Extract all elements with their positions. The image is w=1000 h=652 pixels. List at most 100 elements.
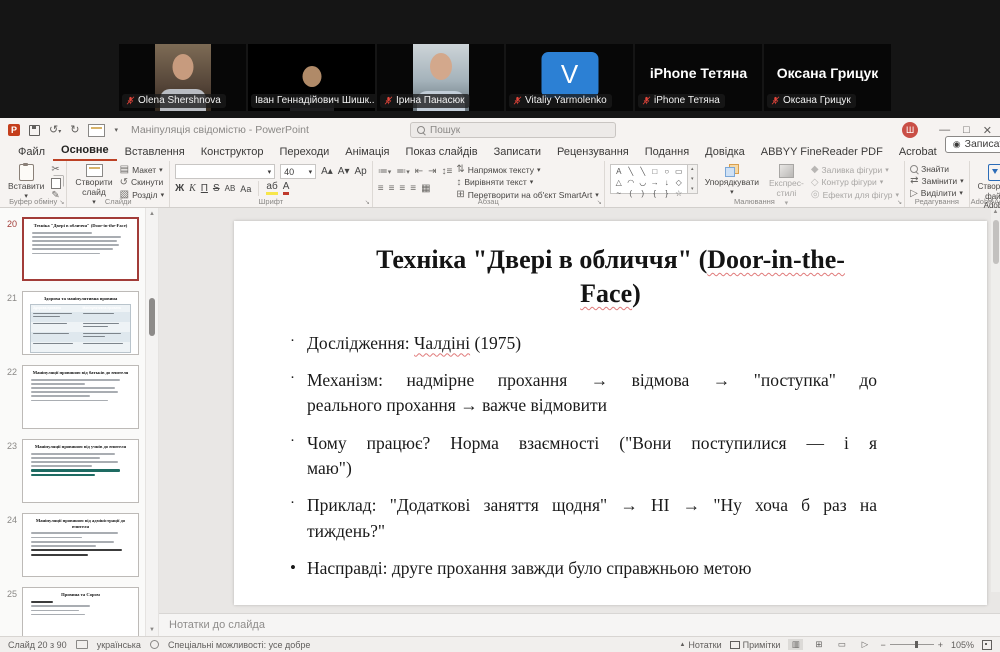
tab-view[interactable]: Подання xyxy=(637,145,697,161)
slide-body-text[interactable]: · Дослідження: Чалдіні (1975) · Механізм… xyxy=(234,331,987,582)
undo-icon[interactable]: ↺▾ xyxy=(49,125,61,136)
participant-tile-iphone-tetyana[interactable]: iPhone Тетяна iPhone Тетяна xyxy=(635,44,762,111)
presenter-display-icon[interactable] xyxy=(76,640,88,649)
accessibility-status[interactable]: Спеціальні можливості: усе добре xyxy=(168,640,310,650)
tab-review[interactable]: Рецензування xyxy=(549,145,637,161)
reading-view-button[interactable]: ▭ xyxy=(834,639,849,650)
participant-tile-olena[interactable]: Olena Shershnova xyxy=(119,44,246,111)
zoom-in-icon[interactable]: + xyxy=(938,640,943,650)
shape-outline-button[interactable]: ◇Контур фігури▾ xyxy=(811,178,899,188)
tab-home[interactable]: Основне xyxy=(53,143,117,161)
account-avatar[interactable]: Ш xyxy=(902,122,918,138)
slide-thumbnail-25[interactable]: Провина та Сором xyxy=(22,587,139,636)
tab-abbyy[interactable]: ABBYY FineReader PDF xyxy=(753,145,891,161)
align-text-button[interactable]: ↕Вирівняти текст▾ xyxy=(456,178,598,188)
reset-button[interactable]: ↺Скинути xyxy=(120,178,164,188)
align-center-icon[interactable]: ≡ xyxy=(389,184,395,194)
columns-icon[interactable]: ▦ xyxy=(421,184,430,194)
tab-acrobat[interactable]: Acrobat xyxy=(891,145,945,161)
slide-thumbnail-22[interactable]: Маніпуляції провиною від батьків до вчит… xyxy=(22,365,139,429)
font-size-select[interactable]: 40▾ xyxy=(280,164,316,179)
slide-canvas[interactable]: Техніка "Двері в обличчя" (Door-in-the- … xyxy=(234,221,987,605)
dialog-launcher-icon[interactable]: ↘ xyxy=(365,199,370,206)
redo-icon[interactable]: ↻ xyxy=(70,125,79,136)
grow-font-icon[interactable]: А▴ xyxy=(321,166,333,177)
character-spacing-button[interactable]: АВ xyxy=(225,184,236,193)
slide-thumbnail-23[interactable]: Маніпуляції провиною від учнів до вчител… xyxy=(22,439,139,503)
scroll-up-icon[interactable]: ▲ xyxy=(146,211,158,217)
slide-thumbnail-24[interactable]: Маніпуляції провиною від адміністрації д… xyxy=(22,513,139,577)
slideshow-quick-icon[interactable] xyxy=(88,124,105,137)
dialog-launcher-icon[interactable]: ↘ xyxy=(597,199,602,206)
scrollbar-thumb[interactable] xyxy=(993,220,999,264)
change-case-button[interactable]: Аа xyxy=(240,184,251,194)
slide-thumbnail-20-selected[interactable]: Техніка "Двері в обличчя" (Door-in-the-F… xyxy=(22,217,139,281)
tab-record[interactable]: Записати xyxy=(486,145,549,161)
zoom-level[interactable]: 105% xyxy=(951,640,974,650)
participant-tile-oksana[interactable]: Оксана Грицук Оксана Грицук xyxy=(764,44,891,111)
replace-button[interactable]: ⇄Замінити▾ xyxy=(910,176,964,186)
bullets-icon[interactable]: ≔▾ xyxy=(378,167,392,177)
scrollbar-thumb[interactable] xyxy=(149,298,155,336)
text-direction-button[interactable]: ⇅Напрямок тексту▾ xyxy=(456,165,598,175)
notes-panel[interactable]: Нотатки до слайда xyxy=(159,613,1000,636)
numbering-icon[interactable]: ≕▾ xyxy=(396,167,410,177)
copy-icon[interactable] xyxy=(51,178,61,189)
cut-icon[interactable]: ✂ xyxy=(51,165,61,175)
tab-animations[interactable]: Анімація xyxy=(337,145,397,161)
italic-button[interactable]: К xyxy=(189,183,196,194)
decrease-indent-icon[interactable]: ⇤ xyxy=(415,167,423,177)
slide-sorter-view-button[interactable]: ⊞ xyxy=(811,639,826,650)
underline-button[interactable]: П xyxy=(201,183,208,194)
font-name-select[interactable]: ▾ xyxy=(175,164,275,179)
tab-insert[interactable]: Вставлення xyxy=(117,145,193,161)
line-spacing-icon[interactable]: ↕≡ xyxy=(442,167,453,177)
shapes-gallery-scroll[interactable]: ▴▾▾ xyxy=(688,164,698,194)
zoom-out-icon[interactable]: − xyxy=(880,640,885,650)
zoom-slider[interactable] xyxy=(890,644,934,645)
editor-scrollbar[interactable]: ▲ xyxy=(991,208,1000,592)
tab-design[interactable]: Конструктор xyxy=(193,145,272,161)
slide-title[interactable]: Техніка "Двері в обличчя" (Door-in-the- … xyxy=(234,243,987,311)
fit-slide-icon[interactable] xyxy=(982,640,992,650)
search-input[interactable]: Пошук xyxy=(410,122,616,138)
save-icon[interactable] xyxy=(29,125,40,136)
dialog-launcher-icon[interactable]: ↘ xyxy=(897,199,902,206)
paste-button[interactable]: Вставити ▾ xyxy=(5,164,47,201)
tab-file[interactable]: Файл xyxy=(10,145,53,161)
increase-indent-icon[interactable]: ⇥ xyxy=(428,167,436,177)
slide-position[interactable]: Слайд 20 з 90 xyxy=(8,640,67,650)
font-color-button[interactable]: А xyxy=(283,182,290,195)
scroll-down-icon[interactable]: ▼ xyxy=(146,627,158,633)
clear-formatting-icon[interactable]: Ар xyxy=(354,166,366,177)
participant-tile-iryna[interactable]: Ірина Панасюк xyxy=(377,44,504,111)
participant-tile-vitaliy[interactable]: V Vitaliy Yarmolenko xyxy=(506,44,633,111)
tab-slideshow[interactable]: Показ слайдів xyxy=(398,145,486,161)
normal-view-button[interactable]: ▥ xyxy=(788,639,803,650)
align-right-icon[interactable]: ≡ xyxy=(399,184,405,194)
shape-fill-button[interactable]: ◆Заливка фігури▾ xyxy=(811,165,899,175)
text-highlight-button[interactable]: аб xyxy=(266,182,277,195)
zoom-slider-thumb[interactable] xyxy=(915,641,918,648)
arrange-button[interactable]: Упорядкувати ▾ xyxy=(702,164,762,197)
slideshow-view-button[interactable]: ▷ xyxy=(857,639,872,650)
find-button[interactable]: Знайти xyxy=(910,165,964,174)
slide-thumbnail-21[interactable]: Здорова та маніпулятивна провина Здорова… xyxy=(22,291,139,355)
language-indicator[interactable]: українська xyxy=(97,640,141,650)
participant-tile-ivan-active-speaker[interactable]: Іван Геннадійович Шишк... xyxy=(248,44,375,111)
align-left-icon[interactable]: ≡ xyxy=(378,184,384,194)
bold-button[interactable]: Ж xyxy=(175,183,184,194)
tab-help[interactable]: Довідка xyxy=(697,145,753,161)
thumbnail-panel-scrollbar[interactable]: ▲ ▼ xyxy=(145,208,159,636)
quick-access-overflow-icon[interactable]: ▾ xyxy=(114,127,118,134)
record-button[interactable]: ◉ Записати xyxy=(945,136,1000,153)
justify-icon[interactable]: ≡ xyxy=(410,184,416,194)
notes-toggle[interactable]: ▲Нотатки xyxy=(679,640,721,650)
collapse-ribbon-icon[interactable]: ∧ xyxy=(989,196,995,205)
dialog-launcher-icon[interactable]: ↘ xyxy=(59,199,64,206)
comments-toggle[interactable]: Примітки xyxy=(730,640,781,650)
shapes-gallery[interactable]: A╲╲□○▭ △◠◡→↓◇ ~(){}☆ xyxy=(610,164,688,194)
shrink-font-icon[interactable]: А▾ xyxy=(338,166,350,177)
tab-transitions[interactable]: Переходи xyxy=(271,145,337,161)
layout-button[interactable]: ▤Макет▾ xyxy=(120,165,164,175)
